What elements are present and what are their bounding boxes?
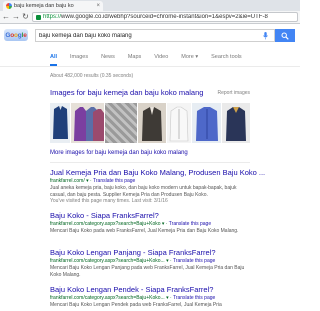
- microphone-icon[interactable]: [263, 31, 268, 40]
- browser-tab[interactable]: baju kemeja dan baju ko ×: [3, 1, 103, 11]
- browser-tab-bar: baju kemeja dan baju ko ×: [0, 0, 300, 11]
- image-thumbnails: [50, 103, 250, 143]
- images-title-link[interactable]: Images for baju kemeja dan baju koko mal…: [50, 88, 203, 97]
- result-stats: About 482,000 results (0.35 seconds): [50, 73, 134, 79]
- result-title-link[interactable]: Baju Koko Lengan Pendek - Siapa FranksFa…: [50, 285, 290, 294]
- result-snippet: Mencari Baju Koko Lengan Panjang pada we…: [50, 265, 245, 278]
- tabs-divider: [0, 66, 300, 67]
- image-thumbnail[interactable]: [105, 103, 138, 143]
- back-arrow-icon[interactable]: ←: [2, 13, 10, 21]
- url-text: https://www.google.co.id/webhp?sourceid=…: [43, 14, 268, 20]
- tab-images[interactable]: Images: [70, 52, 88, 66]
- report-images-link[interactable]: Report images: [217, 90, 250, 96]
- search-result: Baju Koko - Siapa FranksFarrel? frankfar…: [50, 211, 290, 235]
- more-images-link[interactable]: More images for baju kemeja dan baju kok…: [50, 150, 188, 156]
- result-snippet: Jual aneka kemeja pria, baju koko, dan b…: [50, 185, 237, 198]
- google-logo[interactable]: Google: [4, 29, 28, 41]
- result-snippet: Mencari Baju Koko pada web FranksFarrel,…: [50, 228, 239, 234]
- reload-icon[interactable]: ↻: [22, 13, 29, 21]
- images-header: Images for baju kemeja dan baju koko mal…: [50, 88, 250, 97]
- visit-note: You've visited this page many times. Las…: [50, 198, 168, 204]
- image-thumbnail[interactable]: [222, 103, 250, 143]
- lock-icon: [36, 14, 41, 20]
- url-protocol: https://: [43, 14, 62, 20]
- section-divider: [50, 162, 250, 163]
- tab-news[interactable]: News: [101, 52, 115, 66]
- result-url-text[interactable]: frankfarrel.com/category.aspx?search=Baj…: [50, 221, 164, 227]
- browser-toolbar: ← → ↻ https://www.google.co.id/webhp?sou…: [0, 11, 300, 24]
- result-snippet: Mencari Baju Koko Lengan Pendek pada web…: [50, 302, 222, 308]
- result-url: frankfarrel.com/category.aspx?search=Baj…: [50, 258, 216, 264]
- image-thumbnail[interactable]: [138, 103, 166, 143]
- result-url-text[interactable]: frankfarrel.com/category.aspx?search=Baj…: [50, 295, 169, 301]
- image-thumbnail[interactable]: [70, 103, 105, 143]
- url-rest: www.google.co.id/webhp?sourceid=chrome-i…: [61, 14, 268, 20]
- tab-title: baju kemeja dan baju ko: [14, 3, 74, 9]
- result-title-link[interactable]: Baju Koko - Siapa FranksFarrel?: [50, 211, 290, 220]
- search-query: baju kemeja dan baju koko malang: [39, 32, 132, 39]
- search-result: Baju Koko Lengan Pendek - Siapa FranksFa…: [50, 285, 290, 309]
- tab-search-tools[interactable]: Search tools: [211, 52, 242, 66]
- search-result: Jual Kemeja Pria dan Baju Koko Malang, P…: [50, 168, 290, 205]
- forward-arrow-icon[interactable]: →: [12, 13, 20, 21]
- result-url-text[interactable]: frankfarrel.com/ ▾: [50, 178, 89, 184]
- tab-maps[interactable]: Maps: [128, 52, 141, 66]
- search-input[interactable]: baju kemeja dan baju koko malang: [35, 29, 275, 42]
- translate-link[interactable]: Translate this page: [173, 258, 215, 264]
- search-button[interactable]: [275, 29, 295, 42]
- tab-more[interactable]: More ▾: [181, 52, 198, 66]
- search-tabs: All Images News Maps Video More ▾ Search…: [0, 52, 300, 66]
- image-thumbnail[interactable]: [166, 103, 191, 143]
- close-tab-icon[interactable]: ×: [96, 3, 100, 9]
- translate-link[interactable]: Translate this page: [93, 178, 135, 184]
- result-url: frankfarrel.com/category.aspx?search=Baj…: [50, 221, 212, 227]
- result-title-link[interactable]: Jual Kemeja Pria dan Baju Koko Malang, P…: [50, 168, 290, 177]
- address-bar[interactable]: https://www.google.co.id/webhp?sourceid=…: [32, 12, 298, 22]
- tab-video[interactable]: Video: [154, 52, 168, 66]
- result-url-text[interactable]: frankfarrel.com/category.aspx?search=Baj…: [50, 258, 169, 264]
- result-url: frankfarrel.com/ ▾ · Translate this page: [50, 178, 136, 184]
- image-thumbnail[interactable]: [191, 103, 222, 143]
- tab-all[interactable]: All: [50, 52, 58, 66]
- search-icon: [281, 32, 289, 40]
- translate-link[interactable]: Translate this page: [173, 295, 215, 301]
- translate-link[interactable]: Translate this page: [169, 221, 211, 227]
- search-result: Baju Koko Lengan Panjang - Siapa FranksF…: [50, 248, 290, 278]
- result-url: frankfarrel.com/category.aspx?search=Baj…: [50, 295, 216, 301]
- result-title-link[interactable]: Baju Koko Lengan Panjang - Siapa FranksF…: [50, 248, 290, 257]
- logo-letter: e: [23, 31, 27, 39]
- image-thumbnail[interactable]: [50, 103, 70, 143]
- google-favicon-icon: [6, 3, 12, 9]
